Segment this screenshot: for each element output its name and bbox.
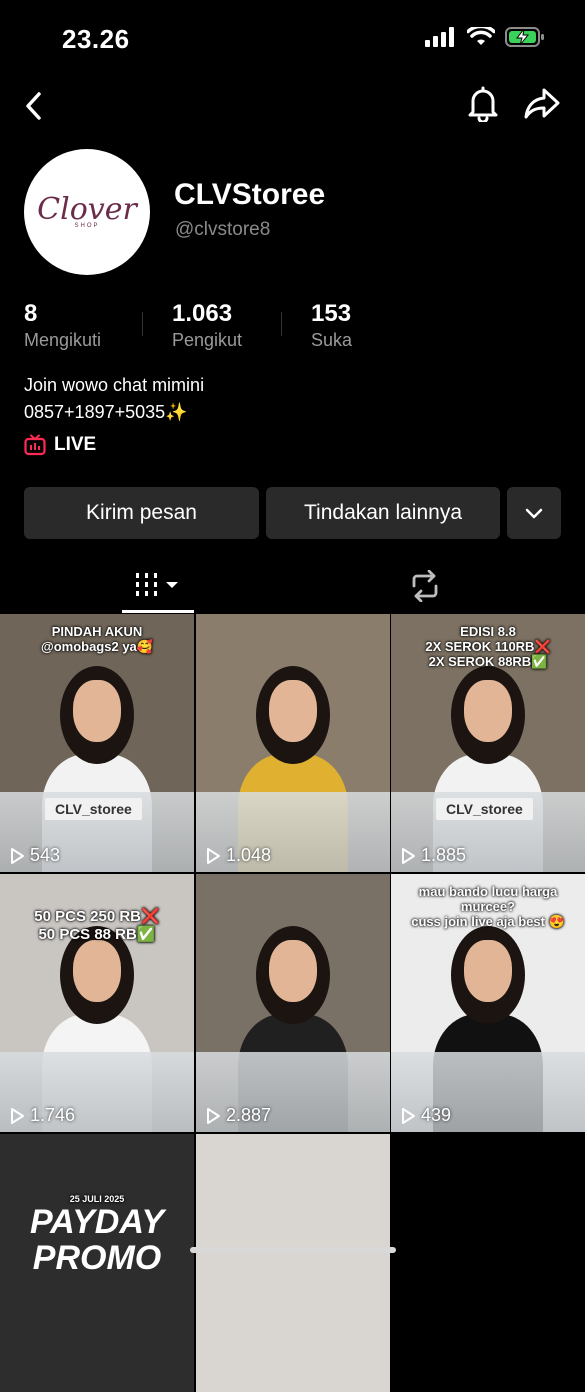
profile-avatar[interactable]: Clover SHOP — [24, 149, 150, 275]
video-caption: 25 JULI 2025 — [69, 1194, 125, 1204]
view-count-value: 1.746 — [30, 1105, 76, 1125]
clover-shop-logo: Clover SHOP — [37, 192, 137, 230]
profile-bio: Join wowo chat mimini 0857+1897+5035✨ — [24, 375, 205, 422]
video-thumbnail[interactable]: PAYDAY PROMO 25 JULI 2025 — [0, 1134, 194, 1392]
person-face — [464, 680, 512, 742]
person-face — [73, 940, 121, 1002]
live-tv-icon — [24, 434, 46, 456]
send-message-button[interactable]: Kirim pesan — [24, 487, 259, 539]
person-face — [73, 680, 121, 742]
status-icons — [425, 26, 545, 48]
person-face — [269, 680, 317, 742]
battery-charging-icon — [505, 27, 544, 47]
nav-bar — [0, 80, 585, 130]
view-count-value: 2.887 — [226, 1105, 272, 1125]
store-sign: CLV_storee — [45, 798, 142, 820]
active-tab-indicator — [122, 610, 194, 613]
stat-label: Mengikuti — [24, 330, 102, 350]
chevron-left-icon — [26, 92, 41, 120]
view-count: 543 — [8, 845, 60, 866]
stat-divider — [281, 312, 282, 336]
share-arrow-icon — [524, 88, 560, 119]
status-time: 23.26 — [62, 24, 130, 54]
profile-stats: 8 Mengikuti 1.063 Pengikut 153 Suka — [24, 300, 564, 356]
view-count-value: 1.885 — [421, 845, 467, 865]
video-thumbnail[interactable]: 2.887 — [196, 874, 390, 1132]
video-grid: PINDAH AKUN @omobags2 ya🥰 CLV_storee 543 1.… — [0, 614, 585, 1392]
play-icon — [207, 847, 220, 864]
content-tabs — [0, 560, 585, 614]
play-icon — [402, 1107, 415, 1124]
tab-reposts[interactable] — [400, 564, 450, 608]
view-count-value: 439 — [421, 1105, 452, 1125]
chevron-down-icon — [525, 508, 543, 519]
logo-wordmark: Clover — [37, 192, 137, 227]
tab-videos[interactable] — [122, 560, 194, 610]
video-thumbnail[interactable] — [196, 1134, 390, 1392]
stat-label: Suka — [311, 330, 353, 350]
expand-button[interactable] — [507, 487, 561, 539]
cellular-signal-icon — [425, 27, 454, 47]
view-count: 1.885 — [399, 845, 466, 866]
bell-icon — [468, 86, 498, 124]
video-thumbnail[interactable]: EDISI 8.8 2X SEROK 110RB❌ 2X SEROK 88RB✅… — [391, 614, 585, 872]
view-count: 439 — [399, 1105, 451, 1126]
view-count: 1.746 — [8, 1105, 75, 1126]
store-sign: CLV_storee — [436, 798, 533, 820]
view-count-value: 1.048 — [226, 845, 272, 865]
stat-value: 8 — [24, 300, 38, 327]
live-indicator[interactable]: LIVE — [24, 434, 96, 456]
more-actions-button[interactable]: Tindakan lainnya — [266, 487, 500, 539]
display-name: CLVStoree — [174, 178, 326, 211]
video-thumbnail[interactable]: mau bando lucu harga murcee? cuss join l… — [391, 874, 585, 1132]
video-thumbnail[interactable]: 1.048 — [196, 614, 390, 872]
video-caption: mau bando lucu harga murcee? cuss join l… — [411, 884, 565, 929]
view-count: 2.887 — [204, 1105, 271, 1126]
username: @clvstore8 — [175, 219, 271, 240]
view-count-value: 543 — [30, 845, 61, 865]
video-caption: EDISI 8.8 2X SEROK 110RB❌ 2X SEROK 88RB✅ — [425, 624, 551, 669]
video-caption: 50 PCS 250 RB❌ 50 PCS 88 RB✅ — [34, 908, 160, 943]
view-count: 1.048 — [204, 845, 271, 866]
play-icon — [11, 1107, 24, 1124]
video-thumbnail[interactable]: PINDAH AKUN @omobags2 ya🥰 CLV_storee 543 — [0, 614, 194, 872]
video-thumbnail[interactable]: 50 PCS 250 RB❌ 50 PCS 88 RB✅ 1.746 — [0, 874, 194, 1132]
notification-button[interactable] — [465, 84, 501, 124]
status-bar: 23.26 — [0, 0, 585, 80]
live-label: LIVE — [54, 434, 97, 455]
wifi-icon — [467, 27, 495, 45]
home-indicator[interactable] — [190, 1247, 396, 1253]
video-caption: PINDAH AKUN @omobags2 ya🥰 — [41, 624, 153, 654]
play-icon — [11, 847, 24, 864]
stat-likes[interactable]: 153 Suka — [311, 300, 352, 351]
stat-divider — [142, 312, 143, 336]
person-face — [269, 940, 317, 1002]
stat-followers[interactable]: 1.063 Pengikut — [172, 300, 242, 351]
person-face — [464, 940, 512, 1002]
share-button[interactable] — [523, 84, 561, 122]
stat-value: 153 — [311, 300, 352, 327]
stat-value: 1.063 — [172, 300, 233, 327]
repost-icon — [412, 570, 438, 602]
grid-columns-icon — [136, 573, 178, 596]
play-icon — [207, 1107, 220, 1124]
stat-label: Pengikut — [172, 330, 243, 350]
promo-banner-text: PAYDAY PROMO — [29, 1203, 165, 1277]
back-button[interactable] — [20, 86, 50, 122]
play-icon — [402, 847, 415, 864]
stat-following[interactable]: 8 Mengikuti — [24, 300, 101, 351]
